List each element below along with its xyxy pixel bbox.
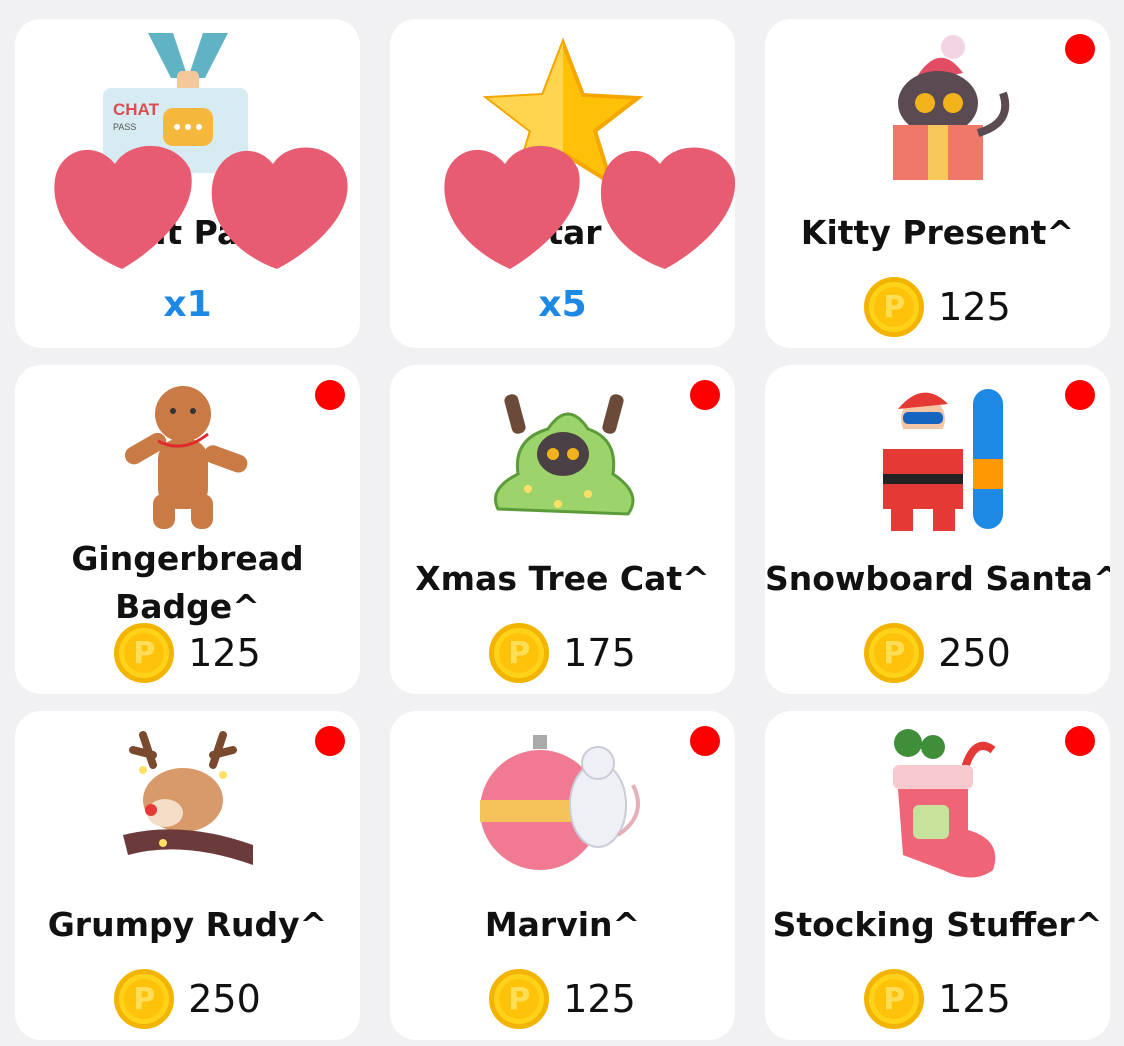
shop-item-snowboard-santa[interactable]: Snowboard Santa^ P 250 bbox=[765, 365, 1110, 694]
item-name: Gingerbread Badge^ bbox=[71, 539, 304, 626]
new-badge bbox=[1065, 380, 1095, 410]
stocking-icon bbox=[892, 729, 995, 878]
item-name: Snowboard Santa^ bbox=[765, 559, 1110, 598]
coin-icon: P bbox=[114, 623, 175, 683]
new-badge bbox=[690, 726, 720, 756]
gingerbread-icon bbox=[124, 386, 247, 529]
item-name: Kitty Present^ bbox=[800, 213, 1075, 252]
shop-grid: CHAT PASS Chat Pass x1 Star x5 Kitty Pre… bbox=[15, 19, 1110, 1040]
coin-icon: P bbox=[864, 969, 925, 1029]
shop-item-xmas-tree-cat[interactable]: Xmas Tree Cat^ P 175 bbox=[390, 365, 735, 694]
item-name: Star bbox=[523, 213, 602, 252]
star-icon bbox=[481, 37, 644, 188]
item-price: 125 bbox=[188, 631, 261, 675]
coin-icon: P bbox=[864, 623, 925, 683]
item-quantity: x5 bbox=[538, 284, 587, 325]
shop-item-gingerbread-badge[interactable]: Gingerbread Badge^ P 125 bbox=[15, 365, 360, 694]
shop-item-stocking-stuffer[interactable]: Stocking Stuffer^ P 125 bbox=[765, 711, 1110, 1040]
item-price: 125 bbox=[938, 285, 1011, 329]
shop-item-chat-pass[interactable]: CHAT PASS Chat Pass x1 bbox=[15, 19, 360, 348]
item-price: 125 bbox=[938, 977, 1011, 1021]
price-row: P 250 bbox=[765, 623, 1110, 683]
price-row: P 175 bbox=[390, 623, 735, 683]
item-name: Xmas Tree Cat^ bbox=[415, 559, 710, 598]
new-badge bbox=[315, 380, 345, 410]
chat-pass-icon: CHAT PASS bbox=[102, 33, 248, 173]
coin-icon: P bbox=[489, 969, 550, 1029]
mouse-ornament-icon bbox=[479, 735, 640, 870]
item-name: Stocking Stuffer^ bbox=[772, 905, 1103, 944]
new-badge bbox=[690, 380, 720, 410]
shop-item-star[interactable]: Star x5 bbox=[390, 19, 735, 348]
item-name: Chat Pass bbox=[96, 213, 279, 252]
new-badge bbox=[315, 726, 345, 756]
coin-icon: P bbox=[864, 277, 925, 337]
item-quantity: x1 bbox=[163, 284, 212, 325]
item-price: 175 bbox=[563, 631, 636, 675]
shop-item-grumpy-rudy[interactable]: Grumpy Rudy^ P 250 bbox=[15, 711, 360, 1040]
coin-icon: P bbox=[114, 969, 175, 1029]
item-name: Grumpy Rudy^ bbox=[47, 905, 328, 944]
shop-item-marvin[interactable]: Marvin^ P 125 bbox=[390, 711, 735, 1040]
price-row: P 125 bbox=[765, 969, 1110, 1029]
price-row: P 125 bbox=[15, 623, 360, 683]
coin-icon: P bbox=[489, 623, 550, 683]
price-row: P 125 bbox=[765, 277, 1110, 337]
new-badge bbox=[1065, 726, 1095, 756]
price-row: P 250 bbox=[15, 969, 360, 1029]
new-badge bbox=[1065, 34, 1095, 64]
item-price: 250 bbox=[938, 631, 1011, 675]
kitty-present-icon bbox=[892, 35, 1009, 180]
xmas-tree-cat-icon bbox=[493, 394, 634, 516]
price-row: P 125 bbox=[390, 969, 735, 1029]
snowboard-santa-icon bbox=[882, 389, 1003, 531]
item-name: Marvin^ bbox=[484, 905, 641, 944]
svg-text:CHAT: CHAT bbox=[113, 100, 160, 119]
item-price: 125 bbox=[563, 977, 636, 1021]
item-price: 250 bbox=[188, 977, 261, 1021]
svg-text:PASS: PASS bbox=[113, 122, 136, 132]
reindeer-icon bbox=[122, 731, 253, 865]
shop-item-kitty-present[interactable]: Kitty Present^ P 125 bbox=[765, 19, 1110, 348]
